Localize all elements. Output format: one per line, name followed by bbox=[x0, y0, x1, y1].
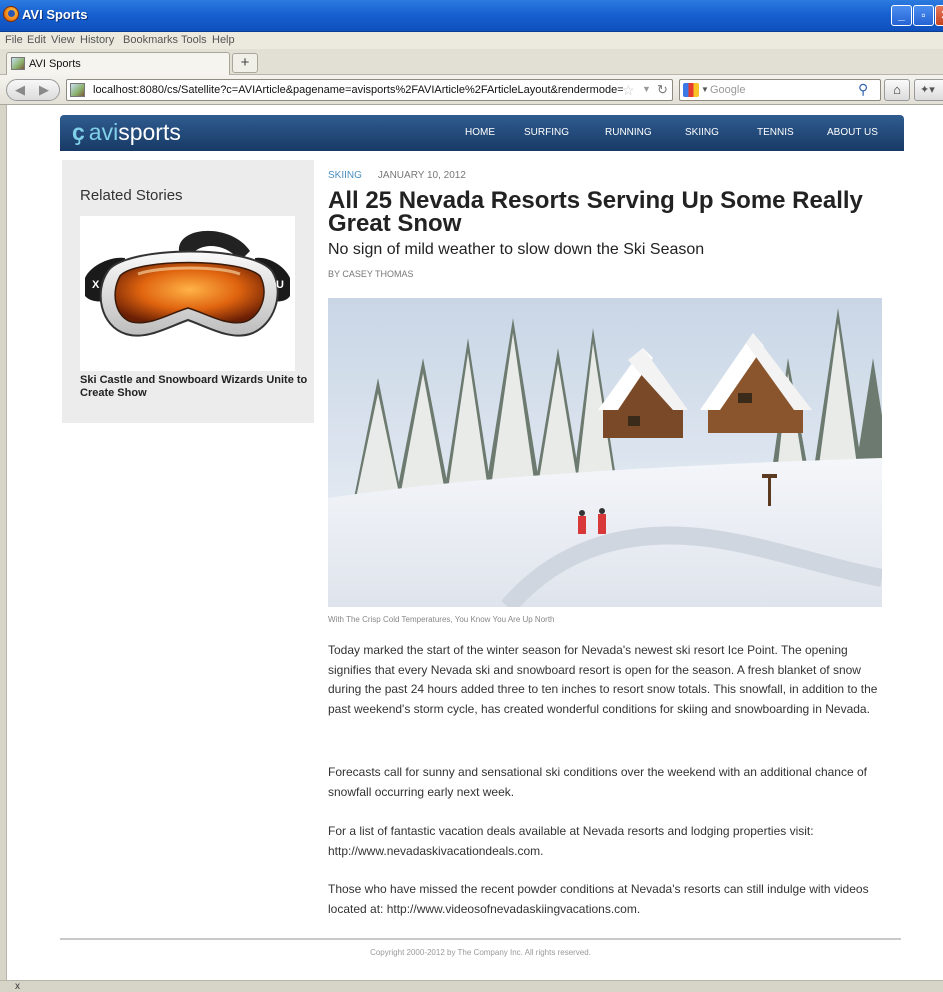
navigation-toolbar: ◀ ▶ localhost:8080/cs/Satellite?c=AVIArt… bbox=[0, 75, 943, 105]
tab-avi-sports[interactable]: AVI Sports bbox=[6, 52, 230, 75]
article-paragraph: Today marked the start of the winter sea… bbox=[328, 643, 878, 716]
svg-text:U: U bbox=[276, 279, 284, 291]
search-box[interactable]: ▼ Google ⚲ bbox=[679, 79, 881, 101]
home-icon: ⌂ bbox=[893, 82, 901, 97]
tab-strip: AVI Sports + bbox=[0, 49, 943, 75]
engine-dropdown-icon[interactable]: ▼ bbox=[701, 85, 709, 94]
menu-file[interactable]: File bbox=[5, 34, 23, 46]
window-titlebar: AVI Sports _ ▫ ✕ bbox=[0, 0, 943, 32]
home-button[interactable]: ⌂ bbox=[884, 79, 910, 101]
page-favicon-icon bbox=[11, 57, 25, 70]
related-story-link[interactable]: Ski Castle and Snowboard Wizards Unite t… bbox=[80, 374, 310, 400]
related-story-image[interactable]: X U bbox=[80, 216, 295, 371]
minimize-button[interactable]: _ bbox=[891, 5, 912, 26]
article-paragraph: Those who have missed the recent powder … bbox=[328, 882, 869, 916]
close-window-button[interactable]: ✕ bbox=[935, 5, 943, 26]
reload-icon[interactable]: ↻ bbox=[657, 82, 668, 98]
menu-bar: File Edit View History Bookmarks Tools H… bbox=[0, 32, 943, 49]
back-forward-buttons[interactable]: ◀ ▶ bbox=[6, 79, 60, 101]
forward-arrow-icon[interactable]: ▶ bbox=[39, 82, 49, 98]
tab-label: AVI Sports bbox=[29, 58, 81, 70]
related-stories-panel: Related Stories X U Ski Castle and Snowb… bbox=[62, 160, 314, 423]
maximize-button[interactable]: ▫ bbox=[913, 5, 934, 26]
nav-skiing[interactable]: SKIING bbox=[685, 127, 719, 138]
menu-edit[interactable]: Edit bbox=[27, 34, 46, 46]
article-byline: BY CASEY THOMAS bbox=[328, 269, 414, 279]
article-category-link[interactable]: SKIING bbox=[328, 170, 362, 181]
menu-tools[interactable]: Tools bbox=[181, 34, 207, 46]
site-header: ҫ avisports HOME SURFING RUNNING SKIING T… bbox=[60, 115, 904, 151]
status-bar: x bbox=[0, 980, 943, 992]
svg-text:X: X bbox=[92, 279, 100, 291]
menu-view[interactable]: View bbox=[51, 34, 75, 46]
article-date: JANUARY 10, 2012 bbox=[377, 170, 466, 181]
addon-button[interactable]: ✦▾ bbox=[914, 79, 943, 101]
article-headline: All 25 Nevada Resorts Serving Up Some Re… bbox=[328, 187, 863, 237]
copyright-text: Copyright 2000-2012 by The Company Inc. … bbox=[370, 948, 591, 957]
menu-bookmarks[interactable]: Bookmarks bbox=[123, 34, 178, 46]
related-stories-heading: Related Stories bbox=[80, 187, 183, 204]
site-navigation: HOME SURFING RUNNING SKIING TENNIS ABOUT… bbox=[60, 127, 904, 141]
nav-about-us[interactable]: ABOUT US bbox=[827, 127, 878, 138]
google-icon[interactable] bbox=[683, 83, 699, 97]
nav-surfing[interactable]: SURFING bbox=[524, 127, 569, 138]
url-text[interactable]: localhost:8080/cs/Satellite?c=AVIArticle… bbox=[93, 84, 623, 96]
window-left-border bbox=[0, 105, 7, 980]
puzzle-icon: ✦▾ bbox=[920, 84, 935, 96]
footer-divider bbox=[60, 938, 901, 940]
bookmark-star-icon[interactable]: ☆ bbox=[622, 82, 635, 99]
close-findbar-icon[interactable]: x bbox=[15, 981, 20, 992]
history-dropdown-icon[interactable]: ▼ bbox=[642, 84, 651, 94]
window-title: AVI Sports bbox=[22, 7, 88, 22]
search-placeholder[interactable]: Google bbox=[710, 84, 745, 96]
magnifier-icon[interactable]: ⚲ bbox=[858, 81, 868, 98]
nav-running[interactable]: RUNNING bbox=[605, 127, 652, 138]
nav-home[interactable]: HOME bbox=[465, 127, 495, 138]
new-tab-button[interactable]: + bbox=[232, 53, 258, 73]
menu-help[interactable]: Help bbox=[212, 34, 235, 46]
firefox-icon bbox=[3, 6, 19, 22]
article-paragraph: For a list of fantastic vacation deals a… bbox=[328, 824, 814, 858]
back-arrow-icon[interactable]: ◀ bbox=[15, 82, 25, 98]
nav-tennis[interactable]: TENNIS bbox=[757, 127, 794, 138]
site-identity-icon[interactable] bbox=[70, 83, 85, 97]
article-subhead: No sign of mild weather to slow down the… bbox=[328, 241, 705, 258]
image-caption: With The Crisp Cold Temperatures, You Kn… bbox=[328, 615, 555, 624]
menu-history[interactable]: History bbox=[80, 34, 114, 46]
article-hero-image bbox=[328, 298, 882, 607]
article-paragraph: Forecasts call for sunny and sensational… bbox=[328, 765, 867, 799]
article-meta: SKIING JANUARY 10, 2012 bbox=[328, 170, 466, 181]
address-bar[interactable]: localhost:8080/cs/Satellite?c=AVIArticle… bbox=[66, 79, 673, 101]
